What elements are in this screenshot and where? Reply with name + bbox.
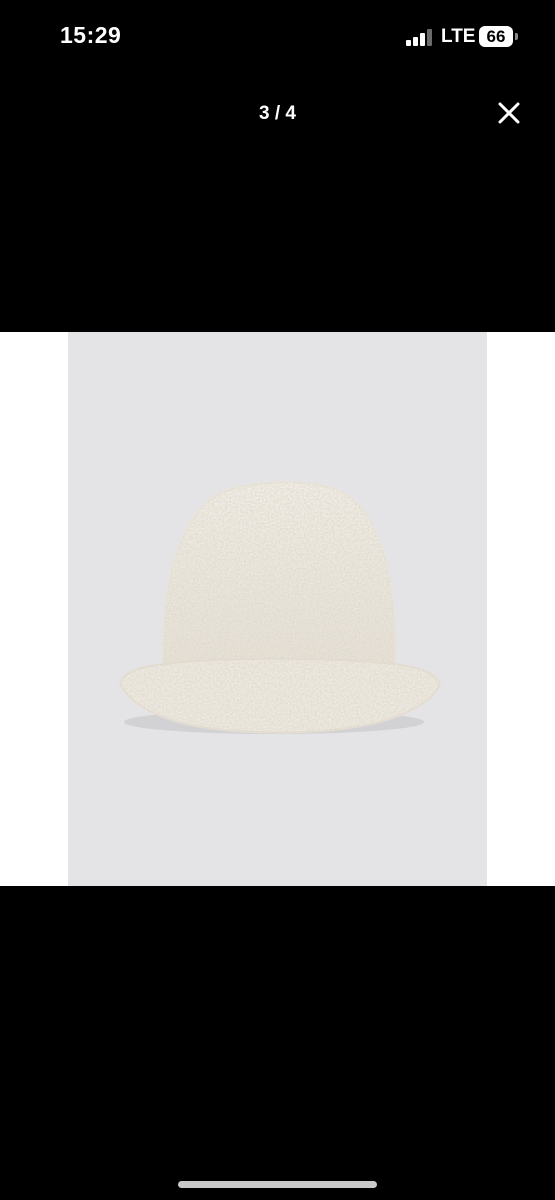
home-indicator[interactable]	[178, 1181, 377, 1188]
battery-icon: 66	[479, 26, 513, 47]
status-bar: 15:29 LTE 66	[0, 0, 555, 76]
product-photo[interactable]	[68, 332, 487, 886]
network-type: LTE	[441, 26, 476, 47]
battery-tip	[515, 33, 518, 40]
fleece-texture	[120, 482, 440, 733]
image-area[interactable]	[0, 332, 555, 886]
signal-icon	[406, 29, 433, 46]
close-icon	[498, 102, 520, 124]
status-time: 15:29	[60, 22, 122, 48]
close-button[interactable]	[490, 94, 528, 132]
page-indicator: 3 / 4	[259, 103, 296, 124]
